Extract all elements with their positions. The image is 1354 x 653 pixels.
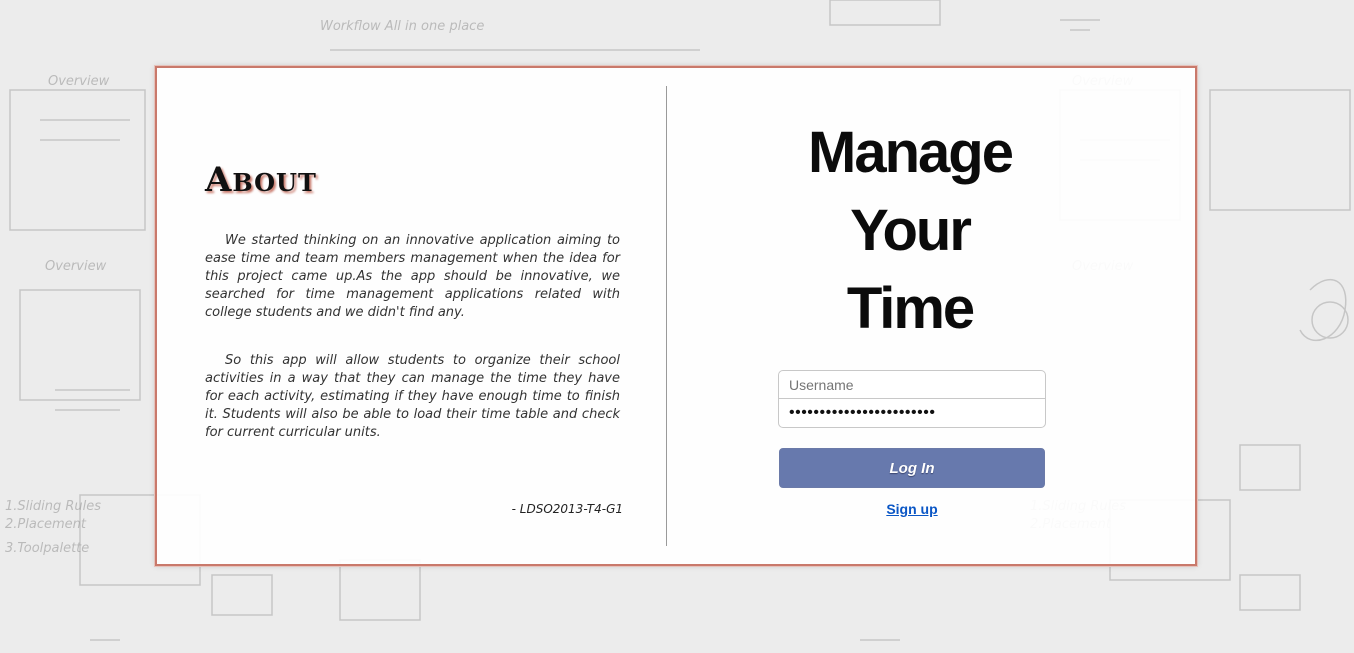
hero-line-your: Your bbox=[850, 198, 972, 263]
about-paragraph-1: We started thinking on an innovative app… bbox=[205, 233, 620, 320]
svg-text:Overview: Overview bbox=[48, 74, 110, 89]
about-title: About bbox=[205, 160, 317, 200]
main-card: About We started thinking on an innovati… bbox=[155, 66, 1197, 566]
login-form: Log In Sign up bbox=[778, 370, 1046, 517]
password-input[interactable] bbox=[778, 399, 1046, 428]
signup-link[interactable]: Sign up bbox=[778, 501, 1046, 517]
hero-line-time: Time bbox=[846, 276, 975, 341]
app-logo-title: Manage Your Time bbox=[785, 114, 1035, 348]
svg-text:Overview: Overview bbox=[45, 259, 107, 274]
username-input[interactable] bbox=[778, 370, 1046, 399]
svg-text:3.Toolpalette: 3.Toolpalette bbox=[5, 541, 89, 556]
hero-line-manage: Manage bbox=[808, 120, 1014, 185]
about-paragraph-2: So this app will allow students to organ… bbox=[205, 353, 620, 440]
login-button[interactable]: Log In bbox=[779, 448, 1045, 488]
vertical-divider bbox=[666, 86, 667, 546]
svg-text:1.Sliding Rules: 1.Sliding Rules bbox=[5, 499, 101, 514]
svg-text:2.Placement: 2.Placement bbox=[5, 517, 87, 532]
svg-text:Workflow All in one place: Workflow All in one place bbox=[320, 19, 484, 34]
team-signature: - LDSO2013-T4-G1 bbox=[511, 502, 623, 516]
